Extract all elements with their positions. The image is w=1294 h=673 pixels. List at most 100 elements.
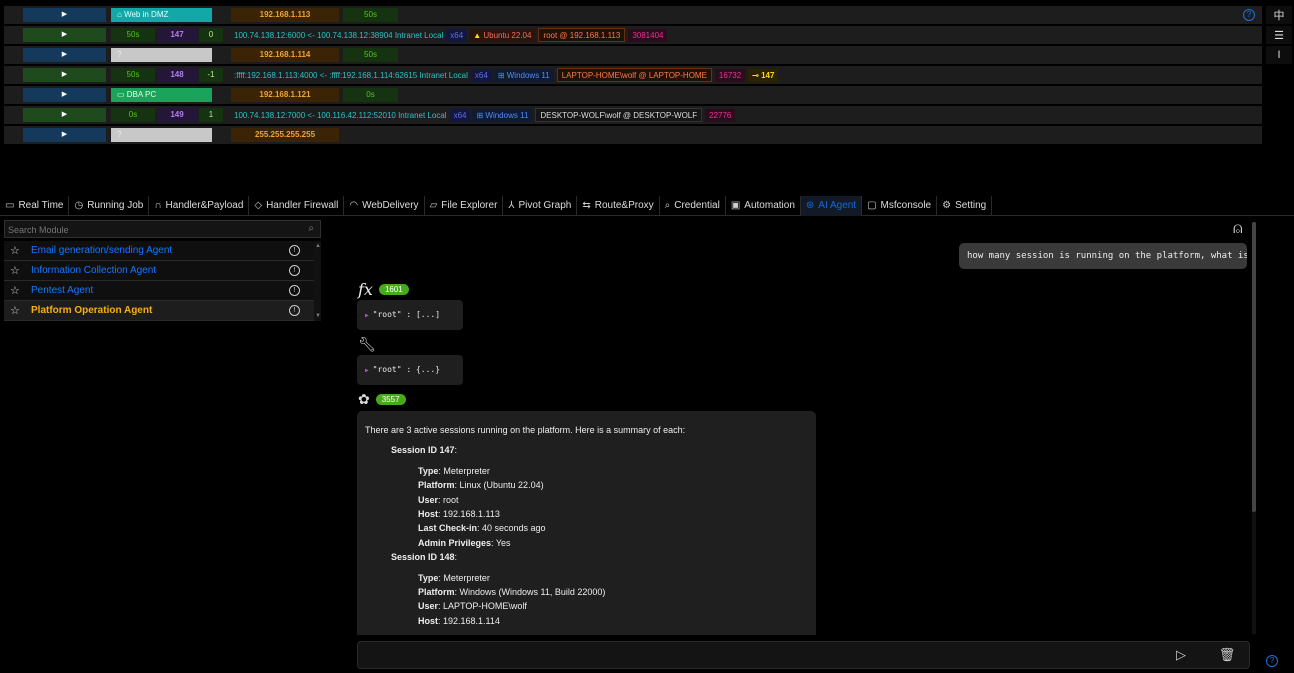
detail-key: Last Check-in: [418, 523, 478, 534]
module-list: ☆ Email generation/sending Agent ! ☆ Inf…: [4, 241, 321, 321]
list-item[interactable]: ☆ Information Collection Agent !: [4, 261, 321, 281]
tab-setting[interactable]: ⚙ Setting: [937, 196, 993, 216]
tab-handler-firewall[interactable]: ◇ Handler Firewall: [249, 196, 345, 216]
expand-arrow-icon[interactable]: ▶: [23, 28, 106, 42]
tab-automation[interactable]: ▣ Automation: [726, 196, 801, 216]
info-icon[interactable]: !: [289, 305, 300, 316]
session-os-label: Windows 11: [506, 71, 550, 80]
detail-line: Type: Meterpreter: [365, 464, 808, 478]
scroll-thumb[interactable]: [1252, 222, 1256, 512]
session-row[interactable]: ▶ 0s 149 1 100.74.138.12:7000 <- 100.116…: [4, 106, 1262, 124]
tab-route-proxy[interactable]: ⇆ Route&Proxy: [577, 196, 660, 216]
list-view-button[interactable]: ☰: [1266, 26, 1292, 44]
detail-value: : root: [438, 494, 459, 505]
help-icon[interactable]: ?: [1266, 655, 1278, 667]
user-message: how many session is running on the platf…: [959, 243, 1247, 269]
session-details: 100.74.138.12:7000 <- 100.116.42.112:520…: [232, 108, 737, 122]
chat-input[interactable]: [364, 648, 1144, 663]
linux-icon: ▲: [473, 31, 482, 40]
assistant-message: There are 3 active sessions running on t…: [357, 411, 816, 635]
trash-icon: 🗑︎: [1218, 647, 1236, 662]
module-search: ⌕: [4, 220, 321, 238]
host-row[interactable]: ▶ ? 255.255.255.255: [4, 126, 1262, 144]
host-row[interactable]: ▶ ⌂ Web in DMZ 192.168.1.113 50s: [4, 6, 1262, 24]
host-tag-label: Web in DMZ: [124, 10, 169, 19]
expand-triangle-icon[interactable]: ▶: [365, 312, 369, 319]
text-cursor-button[interactable]: I: [1266, 46, 1292, 64]
tab-pivot-graph[interactable]: ⅄ Pivot Graph: [503, 196, 578, 216]
detail-key: Host: [418, 509, 438, 520]
host-ip[interactable]: 192.168.1.113: [231, 8, 339, 22]
clock-icon: ◷: [74, 200, 84, 211]
send-button[interactable]: ▷: [1166, 642, 1196, 668]
host-row[interactable]: ▶ ? 192.168.1.114 50s: [4, 46, 1262, 64]
list-item[interactable]: ☆ Platform Operation Agent !: [4, 301, 321, 321]
detail-line: Platform: Windows (Windows 11, Build 220…: [365, 585, 808, 599]
tab-webdelivery[interactable]: ◠ WebDelivery: [344, 196, 425, 216]
tab-real-time[interactable]: ▭ Real Time: [0, 196, 70, 216]
expand-arrow-icon[interactable]: ▶: [23, 128, 106, 142]
session-row[interactable]: ▶ 50s 148 -1 :ffff:192.168.1.113:4000 <-…: [4, 66, 1262, 84]
tab-ai-agent[interactable]: ⊛ AI Agent: [800, 196, 863, 216]
tab-label: Running Job: [87, 200, 144, 211]
dashboard-icon: ▭: [5, 200, 15, 211]
wrench-icon: 🔧︎: [358, 336, 376, 352]
tab-msfconsole[interactable]: ▢ Msfconsole: [862, 196, 938, 216]
expand-arrow-icon[interactable]: ▶: [23, 88, 106, 102]
host-ip[interactable]: 255.255.255.255: [231, 128, 339, 142]
host-tag[interactable]: ?: [111, 48, 212, 62]
session-details: 100.74.138.12:6000 <- 100.74.138.12:3890…: [232, 28, 669, 42]
session-id[interactable]: 149: [157, 108, 197, 122]
ai-icon: ⊛: [805, 200, 815, 211]
expand-arrow-icon[interactable]: ▶: [23, 48, 106, 62]
expand-arrow-icon[interactable]: ▶: [23, 8, 106, 22]
session-id[interactable]: 148: [157, 68, 197, 82]
star-icon[interactable]: ☆: [10, 241, 20, 261]
detail-key: Platform: [418, 587, 455, 598]
expand-arrow-icon[interactable]: ▶: [23, 108, 106, 122]
host-tag[interactable]: ▭ DBA PC: [111, 88, 212, 102]
tab-handler-payload[interactable]: ∩ Handler&Payload: [149, 196, 250, 216]
language-toggle-button[interactable]: 中: [1266, 6, 1292, 24]
json-viewer[interactable]: ▶ "root" : [...]: [357, 300, 463, 330]
detail-value: : 192.168.1.114: [438, 615, 500, 626]
list-item[interactable]: ☆ Email generation/sending Agent !: [4, 241, 321, 261]
tab-label: Pivot Graph: [518, 200, 572, 211]
chat-scrollbar[interactable]: [1252, 222, 1256, 634]
scroll-up-icon[interactable]: ▲: [315, 243, 321, 249]
scroll-down-icon[interactable]: ▼: [315, 313, 321, 319]
session-connection: :ffff:192.168.1.113:4000 <- :ffff:192.16…: [234, 71, 468, 80]
star-icon[interactable]: ☆: [10, 281, 20, 301]
json-viewer[interactable]: ▶ "root" : {...}: [357, 355, 463, 385]
session-row[interactable]: ▶ 50s 147 0 100.74.138.12:6000 <- 100.74…: [4, 26, 1262, 44]
star-icon[interactable]: ☆: [10, 301, 20, 321]
search-icon[interactable]: ⌕: [308, 223, 314, 234]
list-item[interactable]: ☆ Pentest Agent !: [4, 281, 321, 301]
clear-button[interactable]: 🗑︎: [1212, 642, 1242, 668]
info-icon[interactable]: !: [289, 245, 300, 256]
tab-label: Msfconsole: [880, 200, 932, 211]
info-icon[interactable]: !: [289, 265, 300, 276]
help-icon[interactable]: ?: [1243, 9, 1255, 21]
session-arch: x64: [470, 69, 492, 82]
tab-running-job[interactable]: ◷ Running Job: [69, 196, 150, 216]
module-label: Platform Operation Agent: [31, 305, 153, 316]
search-input[interactable]: [8, 223, 288, 236]
host-tag[interactable]: ⌂ Web in DMZ: [111, 8, 212, 22]
host-ip[interactable]: 192.168.1.114: [231, 48, 339, 62]
tab-credential[interactable]: ⌕ Credential: [660, 196, 726, 216]
session-pid: 22776: [705, 109, 736, 122]
info-icon[interactable]: !: [289, 285, 300, 296]
star-icon[interactable]: ☆: [10, 261, 20, 281]
expand-arrow-icon[interactable]: ▶: [23, 68, 106, 82]
host-row[interactable]: ▶ ▭ DBA PC 192.168.1.121 0s: [4, 86, 1262, 104]
tab-file-explorer[interactable]: ▱ File Explorer: [425, 196, 504, 216]
module-label: Email generation/sending Agent: [31, 245, 173, 256]
session-connection: 100.74.138.12:7000 <- 100.116.42.112:520…: [234, 111, 447, 120]
module-scrollbar[interactable]: ▲ ▼: [314, 241, 321, 321]
session-id[interactable]: 147: [157, 28, 197, 42]
detail-key: Type: [418, 465, 439, 476]
host-tag[interactable]: ?: [111, 128, 212, 142]
expand-triangle-icon[interactable]: ▶: [365, 367, 369, 374]
host-ip[interactable]: 192.168.1.121: [231, 88, 339, 102]
